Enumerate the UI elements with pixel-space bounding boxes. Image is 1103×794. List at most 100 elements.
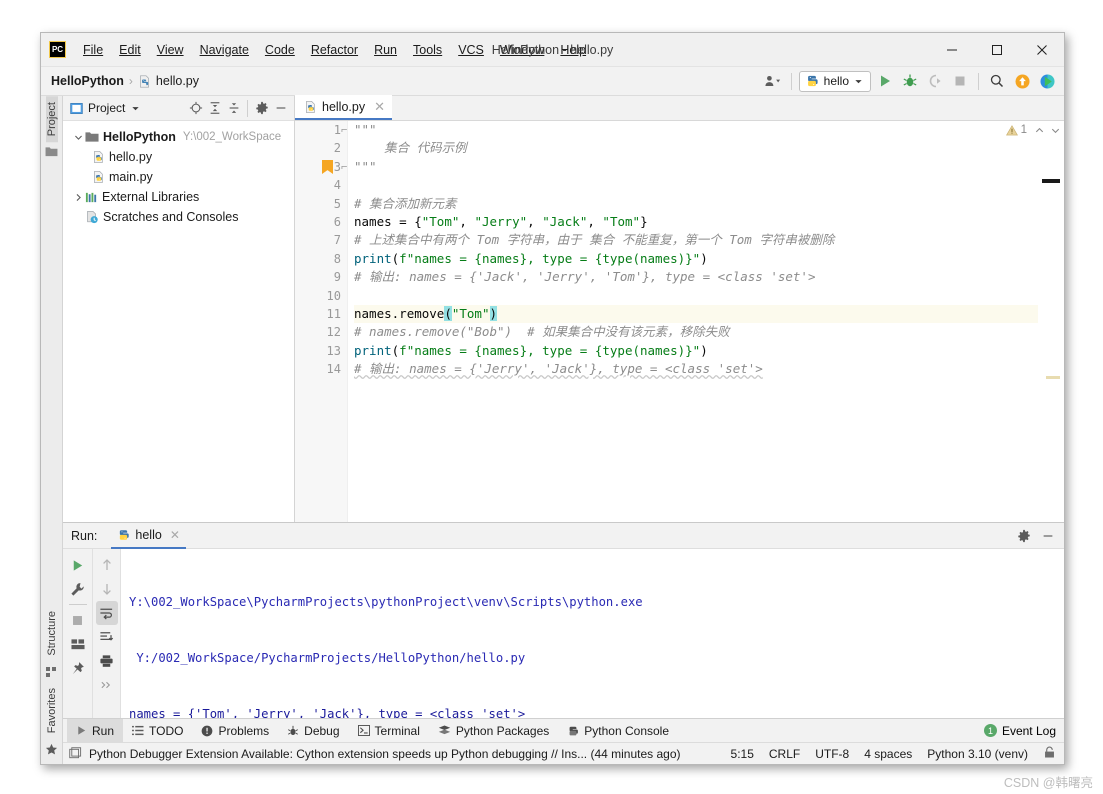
user-settings-icon[interactable] — [762, 70, 784, 92]
line-separator[interactable]: CRLF — [769, 747, 800, 761]
menu-item-view[interactable]: View — [149, 40, 192, 60]
editor-gutter[interactable]: 1 2 3 4 5 6 7 8 9 10 11 12 13 14 ⌐ ⌐ — [295, 121, 347, 522]
bottom-tab-debug[interactable]: Debug — [278, 719, 348, 742]
chevron-down-icon[interactable] — [71, 133, 85, 142]
tree-node-external-libraries[interactable]: External Libraries — [63, 187, 294, 207]
minimize-button[interactable] — [929, 33, 974, 66]
run-button[interactable] — [874, 70, 896, 92]
run-actions-left — [63, 549, 93, 718]
bottom-tab-python-console[interactable]: Python Console — [558, 719, 678, 742]
run-settings-button[interactable] — [1013, 525, 1035, 547]
menu-item-file[interactable]: File — [75, 40, 111, 60]
menu-item-code[interactable]: Code — [257, 40, 303, 60]
code-line-1: """ — [354, 122, 377, 137]
edit-configurations-button[interactable] — [67, 577, 89, 601]
lock-icon[interactable] — [1043, 746, 1056, 762]
hide-panel-button[interactable] — [271, 99, 290, 118]
assistant-icon — [1039, 73, 1055, 89]
favorites-star-icon — [45, 743, 58, 756]
tree-node-scratches[interactable]: Scratches and Consoles — [63, 207, 294, 227]
select-opened-file-button[interactable] — [186, 99, 205, 118]
editor-tab-hello-py[interactable]: hello.py ✕ — [295, 95, 392, 120]
close-icon — [1036, 44, 1047, 55]
navigation-bar: HelloPython › hello.py hello — [41, 67, 1064, 96]
breadcrumb-project[interactable]: HelloPython — [51, 74, 124, 88]
menu-edit-label: Edit — [119, 42, 141, 57]
editor-markers-gutter[interactable]: 1 — [1005, 121, 1064, 522]
file-encoding[interactable]: UTF-8 — [815, 747, 849, 761]
previous-occurrence-button[interactable] — [96, 553, 118, 577]
expand-all-button[interactable] — [205, 99, 224, 118]
project-settings-button[interactable] — [252, 99, 271, 118]
watermark: CSDN @韩曙亮 — [1003, 776, 1093, 790]
run-configuration-selector[interactable]: hello — [798, 70, 871, 92]
menu-item-help[interactable]: Help — [552, 40, 594, 60]
indent-setting[interactable]: 4 spaces — [864, 747, 912, 761]
notification-icon[interactable] — [69, 747, 82, 760]
menu-item-edit[interactable]: Edit — [111, 40, 149, 60]
run-tab-hello[interactable]: hello ✕ — [111, 523, 186, 549]
tree-node-main-py[interactable]: main.py — [63, 167, 294, 187]
hide-run-panel-button[interactable] — [1037, 525, 1059, 547]
run-console-output[interactable]: Y:\002_WorkSpace\PycharmProjects\pythonP… — [121, 549, 1064, 718]
collapse-all-button[interactable] — [224, 99, 243, 118]
python-interpreter[interactable]: Python 3.10 (venv) — [927, 747, 1028, 761]
search-everywhere-button[interactable] — [986, 70, 1008, 92]
close-run-tab-icon[interactable]: ✕ — [170, 528, 180, 542]
menu-window-label: Window — [499, 42, 545, 57]
code-content[interactable]: """ 集合 代码示例 """ # 集合添加新元素 names = {"Tom"… — [347, 121, 1038, 522]
problems-icon — [202, 725, 213, 736]
breadcrumb-file[interactable]: hello.py — [138, 74, 199, 88]
status-right: 5:15 CRLF UTF-8 4 spaces Python 3.10 (ve… — [731, 746, 1056, 762]
chevron-right-icon[interactable] — [71, 193, 85, 202]
print-button[interactable] — [96, 649, 118, 673]
close-tab-icon[interactable]: ✕ — [374, 99, 385, 115]
breadcrumb-file-label: hello.py — [155, 74, 200, 88]
previous-problem-icon[interactable] — [1034, 125, 1045, 136]
status-message[interactable]: Python Debugger Extension Available: Cyt… — [89, 747, 681, 761]
stop-button[interactable] — [949, 70, 971, 92]
bottom-tab-run[interactable]: Run — [67, 719, 124, 742]
inspection-summary[interactable]: 1 — [1005, 121, 1061, 136]
scroll-to-end-button[interactable] — [96, 625, 118, 649]
gear-icon — [255, 101, 268, 115]
menu-item-navigate[interactable]: Navigate — [192, 40, 257, 60]
tool-window-tab-structure[interactable]: Structure — [46, 605, 58, 662]
ide-assistant-button[interactable] — [1036, 70, 1058, 92]
project-dropdown-icon[interactable] — [131, 104, 140, 113]
layout-settings-button[interactable] — [67, 632, 89, 656]
tool-window-tab-favorites[interactable]: Favorites — [46, 682, 58, 739]
code-line-12: # names.remove("Bob") # 如果集合中没有该元素，移除失败 — [354, 324, 730, 340]
bottom-tab-todo[interactable]: TODO — [123, 719, 192, 742]
run-coverage-button[interactable] — [924, 70, 946, 92]
tree-node-hello-py[interactable]: hello.py — [63, 147, 294, 167]
menu-item-tools[interactable]: Tools — [405, 40, 450, 60]
bottom-tab-terminal[interactable]: Terminal — [349, 719, 429, 742]
tree-node-hellopython[interactable]: HelloPython Y:\002_WorkSpace — [63, 127, 294, 147]
more-actions-button[interactable] — [96, 673, 118, 697]
caret-position[interactable]: 5:15 — [731, 747, 754, 761]
maximize-button[interactable] — [974, 33, 1019, 66]
editor-vertical-scrollbar[interactable] — [1060, 121, 1064, 522]
menu-item-window[interactable]: Window — [492, 40, 552, 60]
menu-item-vcs[interactable]: VCS — [450, 40, 492, 60]
line-number: 4 — [333, 178, 341, 193]
tool-window-tab-project[interactable]: Project — [45, 96, 58, 143]
next-occurrence-button[interactable] — [96, 577, 118, 601]
run-tool-window: Run: hello ✕ Y:\002_WorkSpace\PycharmPro… — [63, 522, 1064, 718]
bottom-tab-problems[interactable]: Problems — [192, 719, 278, 742]
debug-button[interactable] — [899, 70, 921, 92]
event-log-area[interactable]: 1 Event Log — [983, 724, 1064, 738]
soft-wrap-button[interactable] — [95, 601, 118, 625]
pin-tab-button[interactable] — [67, 656, 89, 680]
bottom-tab-python-packages[interactable]: Python Packages — [429, 719, 558, 742]
menu-item-refactor[interactable]: Refactor — [303, 40, 366, 60]
stop-process-button[interactable] — [67, 608, 89, 632]
scratches-icon — [87, 210, 98, 224]
update-project-button[interactable] — [1011, 70, 1033, 92]
menu-item-run[interactable]: Run — [366, 40, 405, 60]
scrollbar-thumb[interactable] — [1042, 179, 1060, 183]
code-line-5: # 集合添加新元素 — [354, 195, 457, 211]
close-button[interactable] — [1019, 33, 1064, 66]
rerun-button[interactable] — [67, 553, 89, 577]
